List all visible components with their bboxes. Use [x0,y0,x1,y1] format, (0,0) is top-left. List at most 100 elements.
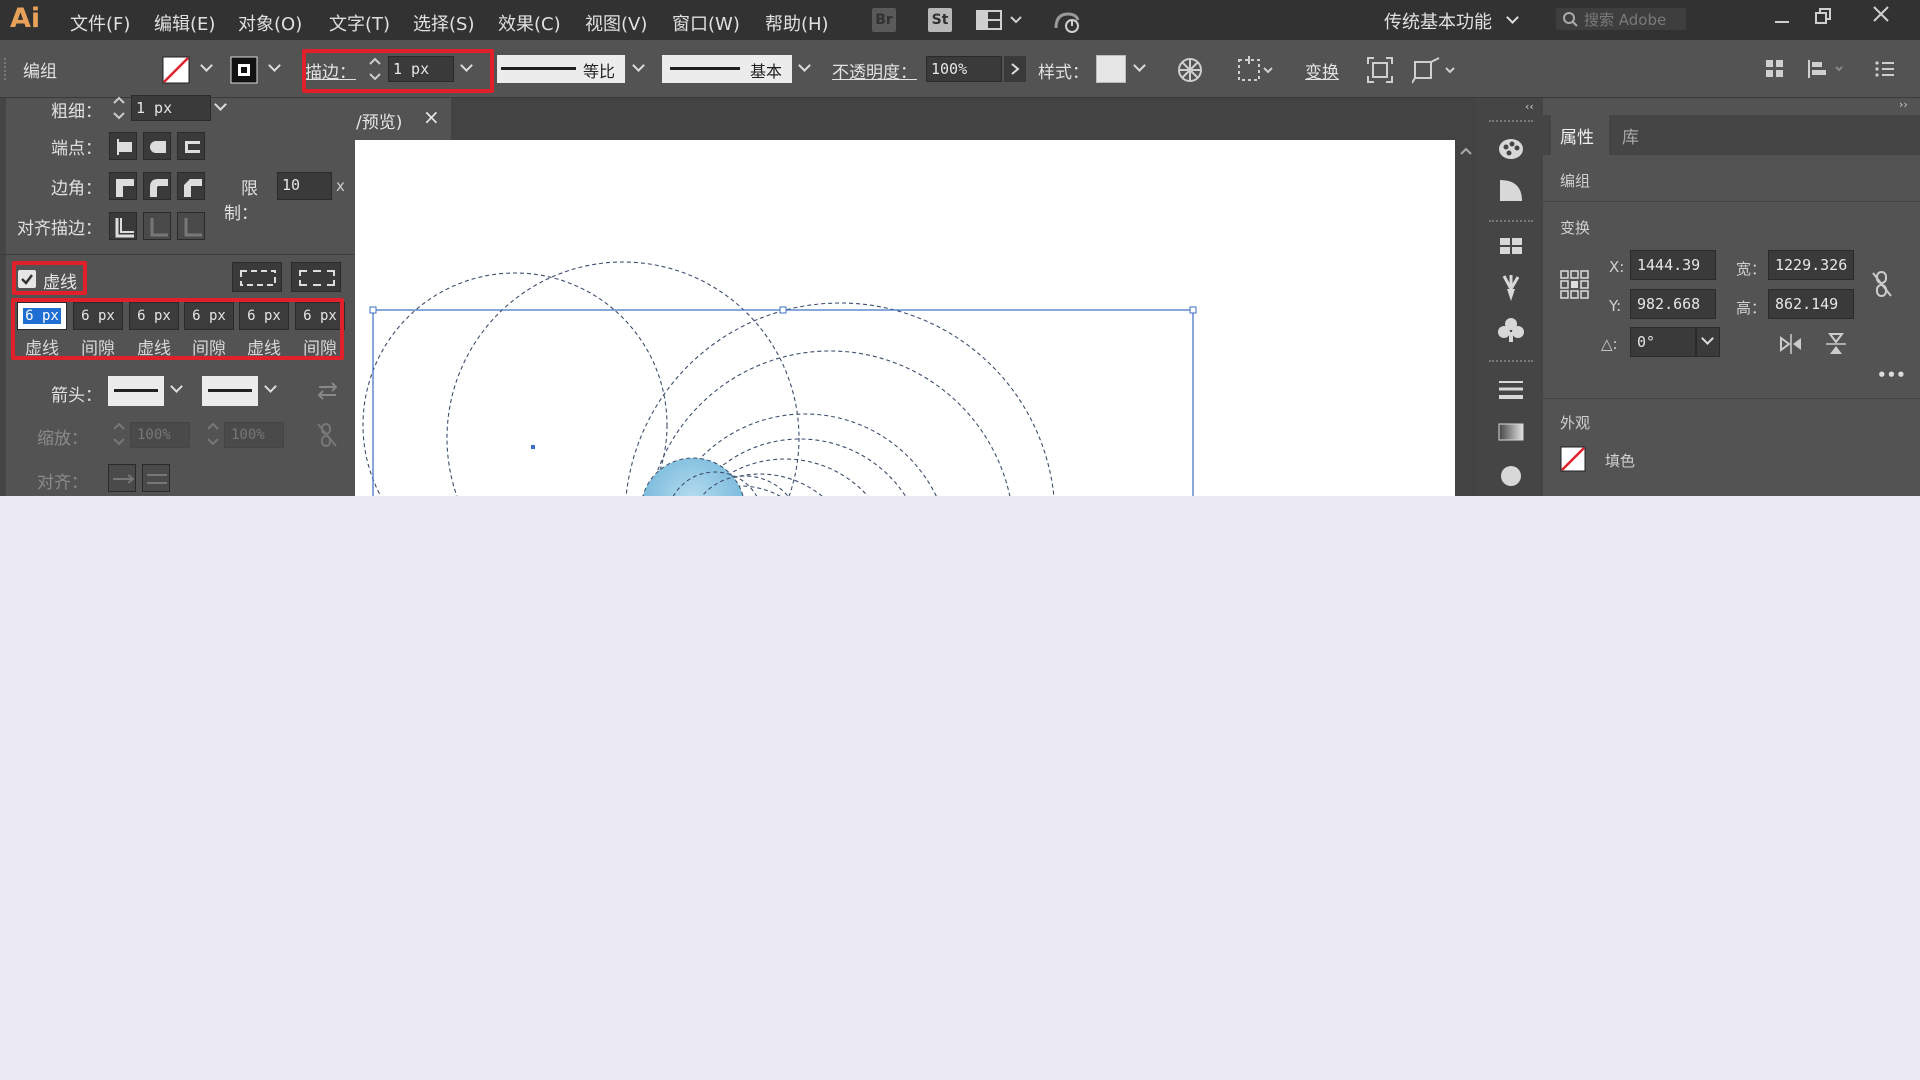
rotate-input[interactable]: 0° [1630,327,1696,357]
fill-swatch-none-icon[interactable] [162,56,190,84]
align-dash-corners-button[interactable] [291,262,341,292]
opacity-link[interactable]: 不透明度： [832,58,917,83]
align-to-icon[interactable] [1236,56,1276,84]
bridge-button[interactable]: Br [872,8,896,32]
projecting-cap-button[interactable] [177,132,205,160]
round-cap-button[interactable] [143,132,171,160]
puppet-warp-icon[interactable] [1412,56,1462,84]
reference-point-icon[interactable] [1560,270,1590,300]
butt-cap-button[interactable] [109,132,137,160]
control-menu-icon[interactable] [1874,58,1898,80]
gpu-performance-icon[interactable] [1052,8,1084,34]
expand-panel-icon[interactable]: ›› [1899,98,1908,111]
restore-icon[interactable] [1813,6,1833,26]
scale-start-stepper-icon[interactable] [112,420,126,448]
fill-none-swatch-icon[interactable] [1560,446,1586,472]
height-input[interactable]: 862.149 [1768,289,1854,319]
document-close-icon[interactable]: × [423,105,440,129]
scale-end-stepper-icon[interactable] [206,420,220,448]
stroke-panel-icon[interactable] [1497,376,1525,404]
menu-type[interactable]: 文字(T) [329,10,390,36]
x-input[interactable]: 1444.39 [1630,250,1716,280]
arrow-start-dropdown-icon[interactable] [170,380,183,393]
arrow-extend-button[interactable] [108,464,136,492]
scale-end-input[interactable]: 100% [224,422,284,448]
workspace-switcher[interactable]: 传统基本功能 [1384,8,1492,34]
vertical-scrollbar[interactable] [1455,140,1477,496]
recolor-artwork-icon[interactable] [1176,56,1204,84]
distribute-icon[interactable] [1806,58,1846,80]
color-guide-icon[interactable] [1497,134,1525,162]
gradient-icon[interactable] [1497,418,1525,446]
swap-arrowheads-icon[interactable] [316,380,340,402]
opacity-slider-button[interactable] [1004,56,1026,82]
width-input[interactable]: 1229.326 [1768,250,1854,280]
menu-view[interactable]: 视图(V) [585,10,647,36]
arrange-documents-icon[interactable] [976,10,1026,32]
miter-limit-input[interactable]: 10 [277,172,332,200]
profile-dropdown-icon[interactable] [632,59,645,72]
brushes-icon[interactable] [1497,274,1525,302]
arrow-end-dropdown-icon[interactable] [264,380,277,393]
weight-dropdown-icon[interactable] [214,98,227,111]
align-inside-button[interactable] [143,212,171,240]
scale-start-input[interactable]: 100% [130,422,190,448]
brush-definition-select[interactable]: 基本 [662,55,792,83]
round-join-button[interactable] [143,172,171,200]
collapse-strip-icon[interactable]: ‹‹ [1525,100,1534,113]
divider [1543,398,1920,399]
search-box[interactable]: 搜索 Adobe [1556,8,1686,30]
style-dropdown-icon[interactable] [1133,59,1146,72]
link-scale-icon[interactable] [316,422,338,448]
menu-edit[interactable]: 编辑(E) [154,10,215,36]
arrow-place-button[interactable] [142,464,170,492]
fill-dropdown-icon[interactable] [200,59,213,72]
minimize-icon[interactable] [1772,8,1792,28]
tab-library[interactable]: 库 [1622,123,1639,148]
align-center-button[interactable] [109,212,137,240]
miter-join-button[interactable] [109,172,137,200]
control-grip[interactable] [4,58,8,80]
constrain-proportions-icon[interactable] [1870,270,1894,298]
artwork-group[interactable] [355,140,1455,496]
stock-button[interactable]: St [928,8,952,32]
opacity-input[interactable]: 100% [926,56,1002,82]
rotate-dropdown[interactable] [1696,327,1720,357]
menu-help[interactable]: 帮助(H) [765,10,829,36]
isolate-group-icon[interactable] [1366,56,1394,84]
flip-horizontal-icon[interactable] [1779,332,1803,356]
transform-link[interactable]: 变换 [1305,58,1339,83]
arrange-panels-icon[interactable] [1764,58,1786,80]
menu-object[interactable]: 对象(O) [238,10,302,36]
scroll-up-icon[interactable] [1460,146,1472,156]
brush-dropdown-icon[interactable] [798,59,811,72]
more-options-icon[interactable]: ••• [1877,366,1906,384]
arrow-start-select[interactable] [108,376,164,406]
arrow-end-select[interactable] [202,376,258,406]
artboard[interactable] [355,140,1455,496]
bevel-join-button[interactable] [177,172,205,200]
align-outside-button[interactable] [177,212,205,240]
variable-width-profile-select[interactable]: 等比 [497,55,625,83]
menu-file[interactable]: 文件(F) [70,10,130,36]
weight-stepper-icon[interactable] [112,94,126,122]
swatches-icon[interactable] [1497,232,1525,260]
symbols-icon[interactable] [1497,316,1525,344]
appearance-icon[interactable] [1497,176,1525,204]
menu-window[interactable]: 窗口(W) [672,10,740,36]
graphic-style-swatch[interactable] [1096,55,1126,83]
stroke-color-dropdown-icon[interactable] [268,59,281,72]
weight-input[interactable]: 1 px [131,95,211,121]
transparency-icon[interactable] [1497,462,1525,490]
stroke-swatch-icon[interactable] [230,56,258,84]
y-input[interactable]: 982.668 [1630,289,1716,319]
preserve-dash-button[interactable] [232,262,282,292]
tab-properties[interactable]: 属性 [1551,115,1609,155]
menu-effect[interactable]: 效果(C) [498,10,561,36]
close-icon[interactable] [1871,4,1891,24]
strip-grip[interactable] [1489,120,1533,122]
flip-vertical-icon[interactable] [1824,332,1848,356]
menu-select[interactable]: 选择(S) [413,10,474,36]
document-tab[interactable]: /预览) × [355,98,451,140]
canvas-area[interactable] [355,140,1477,496]
